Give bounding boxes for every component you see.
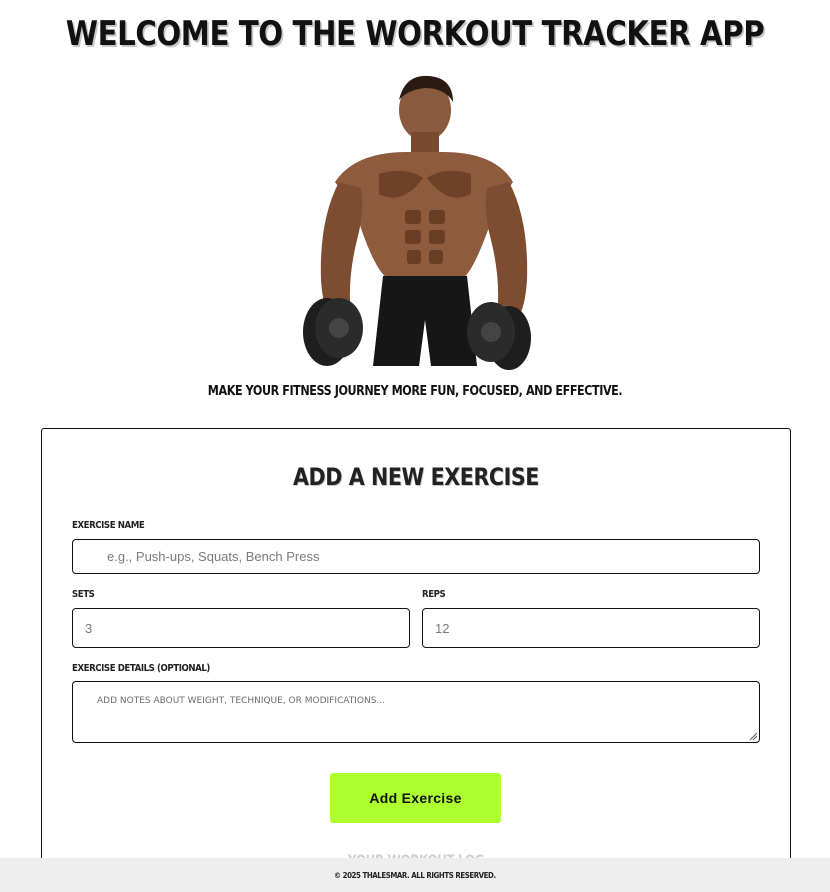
details-textarea[interactable]: [72, 681, 760, 743]
footer: © 2025 Thalesmar. All rights reserved.: [0, 858, 830, 892]
add-exercise-button[interactable]: Add Exercise: [330, 773, 501, 823]
exercise-name-label: Exercise Name: [72, 520, 145, 531]
form-title: Add a New Exercise: [293, 463, 539, 491]
exercise-name-input[interactable]: [72, 539, 760, 574]
tagline: Make your fitness journey more fun, focu…: [207, 384, 623, 399]
add-exercise-card: Add a New Exercise Exercise Name Sets Re…: [41, 428, 791, 892]
details-field-wrapper: [72, 681, 760, 743]
footer-text: © 2025 Thalesmar. All rights reserved.: [334, 871, 496, 880]
sets-input[interactable]: [72, 608, 410, 648]
details-label: Exercise Details (Optional): [72, 663, 210, 674]
reps-label: Reps: [422, 589, 446, 600]
page-title: Welcome to the Workout Tracker App: [65, 14, 765, 54]
reps-input[interactable]: [422, 608, 760, 648]
page: Welcome to the Workout Tracker App Make: [0, 0, 830, 892]
athlete-with-dumbbells-image: [303, 75, 531, 370]
resize-grip-icon[interactable]: [749, 732, 757, 740]
sets-label: Sets: [72, 589, 95, 600]
